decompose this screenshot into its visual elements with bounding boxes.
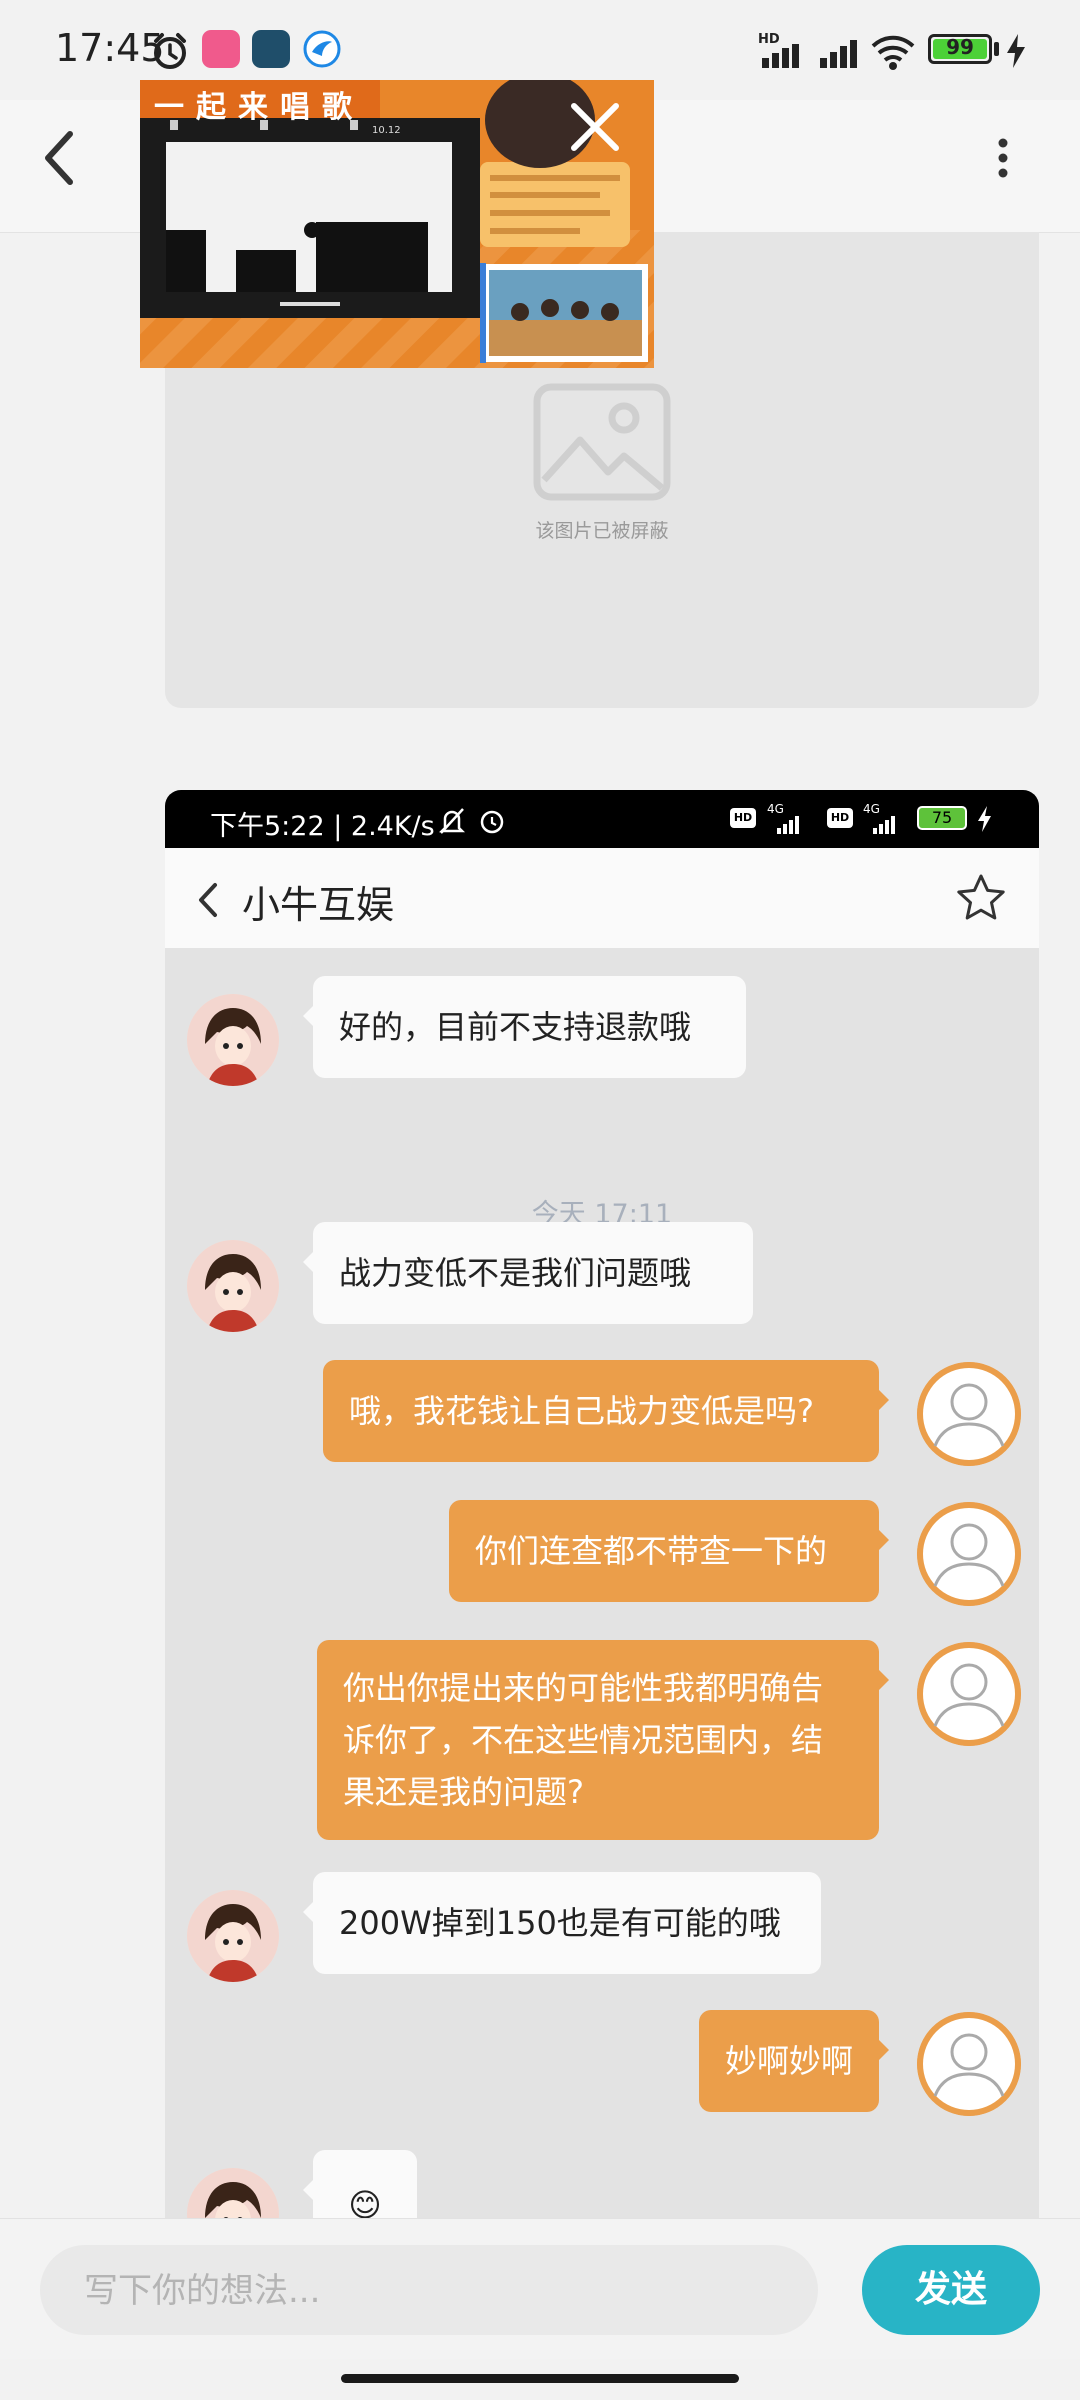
browser-app-icon xyxy=(303,30,341,68)
battery-level: 99 xyxy=(946,35,974,59)
agent-avatar xyxy=(187,1890,279,1982)
screenshot-status-bar: 下午5:22 | 2.4K/s HD 4G HD 4G 75 xyxy=(165,790,1039,848)
user-avatar xyxy=(917,2012,1021,2116)
comment-input-bar: 发送 xyxy=(0,2218,1080,2359)
message-bubble-user: 哦，我花钱让自己战力变低是吗? xyxy=(323,1360,889,1462)
comment-input-container[interactable] xyxy=(40,2245,818,2337)
video-title: 一起来唱歌 xyxy=(154,90,364,125)
chat-title: 小牛互娱 xyxy=(242,883,395,927)
wifi-icon xyxy=(871,35,915,70)
screenshot-signal-1-icon xyxy=(777,816,799,834)
floating-video-window[interactable]: 一起来唱歌 10.12 xyxy=(140,80,654,368)
blocked-image-text: 该图片已被屏蔽 xyxy=(535,520,669,542)
battery-icon: 99 xyxy=(928,34,992,64)
screenshot-charging-icon xyxy=(978,806,991,832)
mute-icon xyxy=(438,808,466,834)
video-stat: 10.12 xyxy=(372,125,401,136)
camcard-app-icon xyxy=(252,30,290,68)
chat-back-icon[interactable] xyxy=(197,882,219,918)
hd-badge-2: HD xyxy=(827,808,853,828)
back-button[interactable] xyxy=(42,130,78,186)
embedded-chat-screenshot[interactable]: 下午5:22 | 2.4K/s HD 4G HD 4G 75 小牛互娱 好的，目… xyxy=(165,790,1039,2220)
user-avatar xyxy=(917,1502,1021,1606)
agent-avatar xyxy=(187,2168,279,2220)
charging-icon xyxy=(1007,34,1025,68)
screenshot-alarm-icon xyxy=(480,810,504,834)
message-bubble-agent: 战力变低不是我们问题哦 xyxy=(303,1222,753,1324)
user-avatar xyxy=(917,1642,1021,1746)
agent-avatar xyxy=(187,994,279,1086)
image-placeholder-icon xyxy=(533,383,671,501)
home-indicator[interactable] xyxy=(341,2374,739,2383)
message-bubble-user: 你出你提出来的可能性我都明确告诉你了，不在这些情况范围内，结果还是我的问题? xyxy=(317,1640,889,1840)
screenshot-battery-level: 75 xyxy=(931,808,953,827)
signal-1-icon xyxy=(762,44,799,68)
message-bubble-user: 你们连查都不带查一下的 xyxy=(449,1500,889,1602)
agent-avatar xyxy=(187,1240,279,1332)
star-favorite-icon[interactable] xyxy=(955,872,1007,924)
send-button[interactable]: 发送 xyxy=(862,2245,1040,2335)
message-bubble-agent: 200W掉到150也是有可能的哦 xyxy=(303,1872,821,1974)
message-bubble-user: 妙啊妙啊 xyxy=(699,2010,889,2112)
more-options-icon[interactable] xyxy=(996,138,1010,178)
bilibili-app-icon xyxy=(202,30,240,68)
chat-header: 小牛互娱 xyxy=(165,848,1039,948)
screenshot-signal-2-icon xyxy=(873,816,895,834)
user-avatar xyxy=(917,1362,1021,1466)
hd-badge-1: HD xyxy=(730,808,756,828)
screenshot-battery-icon: 75 xyxy=(917,806,967,830)
message-bubble-agent-emoji: 😊 xyxy=(303,2150,417,2220)
status-time: 17:45 xyxy=(55,26,165,70)
screenshot-status-text: 下午5:22 | 2.4K/s xyxy=(210,811,435,842)
alarm-icon xyxy=(154,33,186,69)
comment-input[interactable] xyxy=(82,2245,786,2337)
signal-2-icon xyxy=(820,40,857,68)
message-bubble-agent: 好的，目前不支持退款哦 xyxy=(303,976,746,1078)
close-video-button[interactable] xyxy=(570,102,620,152)
